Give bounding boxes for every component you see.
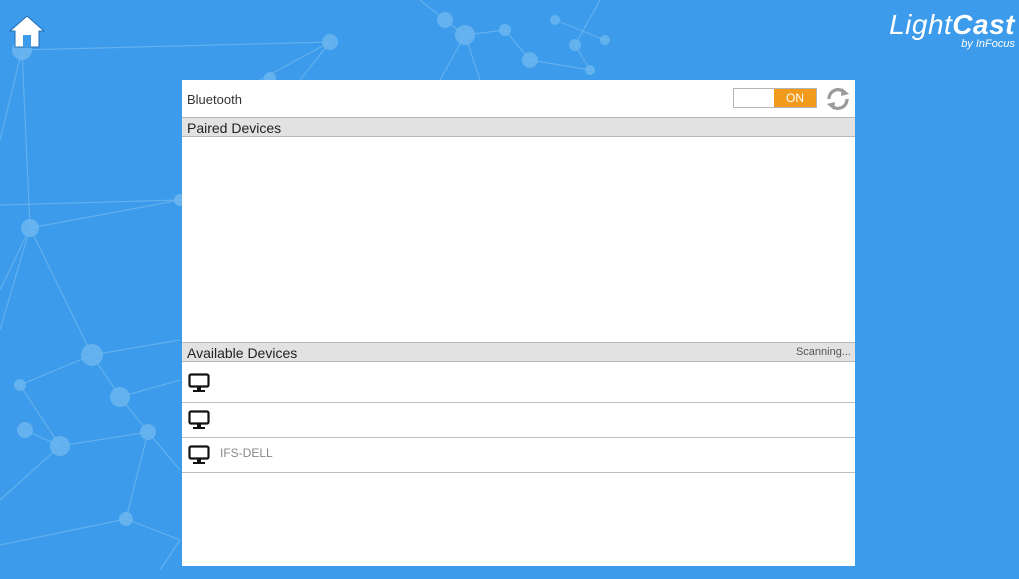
paired-devices-header: Paired Devices (182, 117, 855, 137)
device-name: IFS-DELL (220, 446, 273, 460)
monitor-icon (188, 445, 210, 464)
paired-devices-list (182, 137, 855, 342)
logo-wordmark: LightCast (889, 10, 1015, 40)
device-row[interactable] (182, 362, 855, 403)
refresh-button[interactable] (824, 85, 852, 113)
home-icon (8, 15, 46, 48)
device-row[interactable]: IFS-DELL (182, 438, 855, 473)
scanning-status: Scanning... (795, 346, 851, 358)
logo-cast-text: Cast (952, 9, 1015, 40)
paired-devices-title: Paired Devices (187, 120, 282, 136)
toggle-on-label: ON (774, 89, 816, 107)
monitor-icon (188, 410, 210, 429)
available-devices-header: Available Devices Scanning... (182, 342, 855, 362)
bluetooth-row: Bluetooth ON (182, 80, 855, 117)
bluetooth-label: Bluetooth (187, 92, 242, 107)
bluetooth-panel: Bluetooth ON Paired Devices Available De… (182, 80, 855, 566)
monitor-icon (188, 373, 210, 392)
refresh-icon (827, 88, 849, 110)
home-button[interactable] (8, 14, 46, 50)
available-devices-title: Available Devices (187, 345, 298, 361)
bluetooth-toggle[interactable]: ON (733, 88, 817, 108)
lightcast-logo: LightCast by InFocus (889, 10, 1015, 51)
logo-light-text: Light (889, 9, 953, 40)
device-row[interactable] (182, 403, 855, 438)
